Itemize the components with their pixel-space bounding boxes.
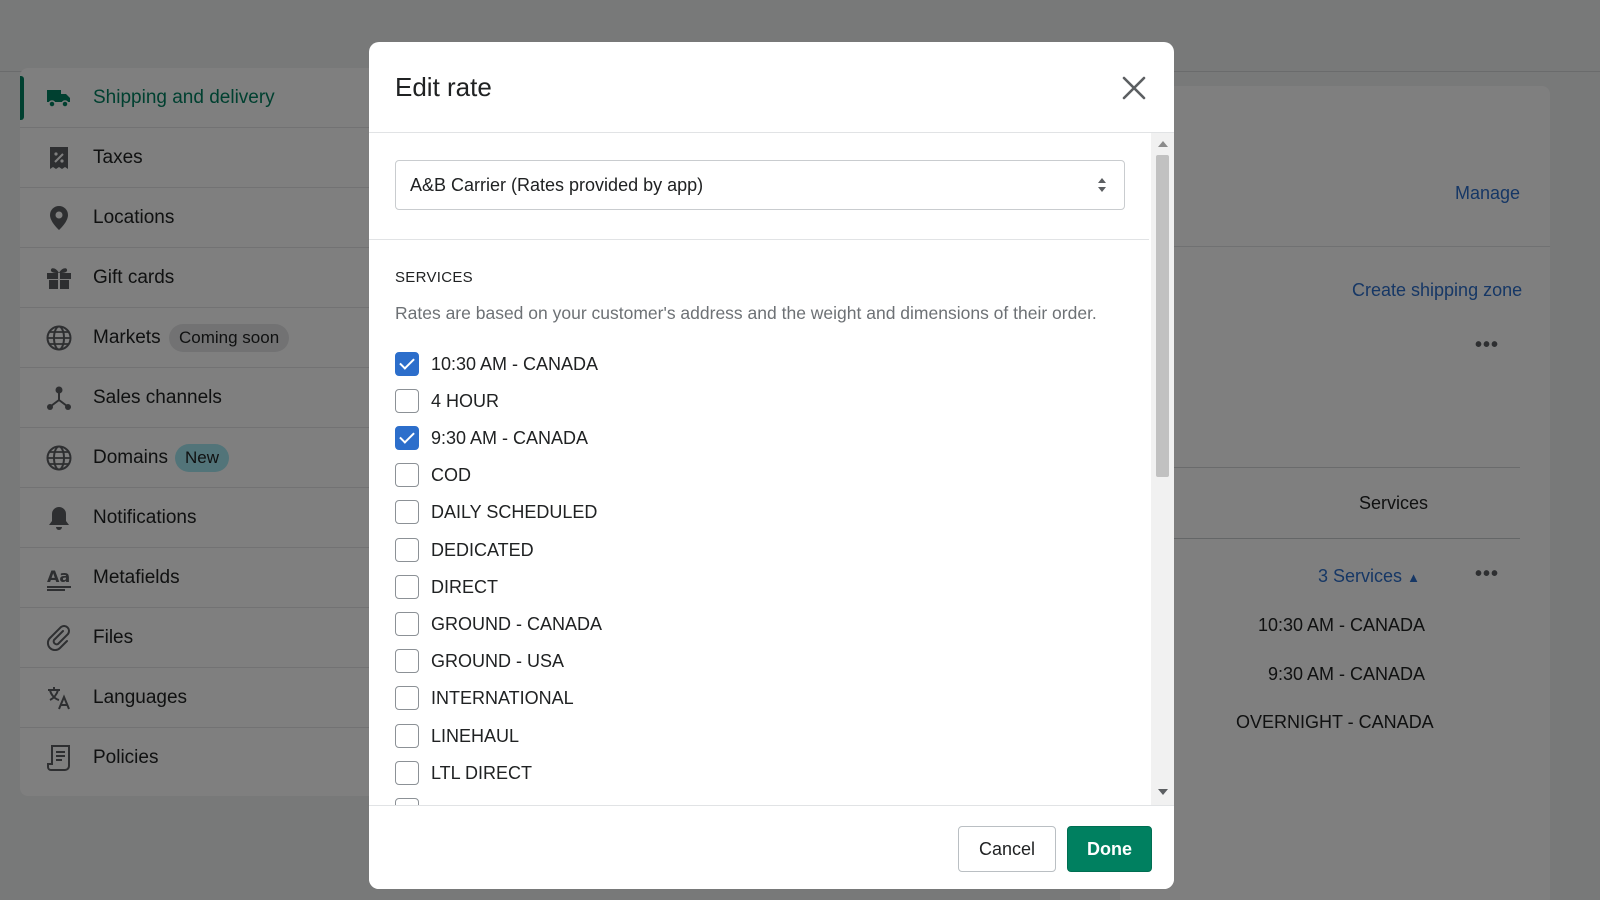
services-description: Rates are based on your customer's addre… (395, 303, 1097, 323)
modal-title: Edit rate (395, 72, 492, 102)
checkbox-label: LINEHAUL (431, 725, 520, 746)
checkbox[interactable] (395, 724, 419, 748)
close-button[interactable] (1116, 70, 1152, 106)
checkbox[interactable] (395, 761, 419, 785)
checkbox-label: DEDICATED (431, 539, 534, 560)
checkbox[interactable] (395, 612, 419, 636)
select-arrows-icon (1098, 178, 1106, 192)
modal-scrollbar[interactable] (1151, 133, 1174, 805)
checkbox[interactable] (395, 500, 419, 524)
done-button[interactable]: Done (1067, 826, 1152, 872)
services-heading: SERVICES (395, 269, 473, 286)
checkbox-label: COD (431, 464, 471, 485)
modal-header: Edit rate (369, 42, 1174, 133)
checkbox[interactable] (395, 463, 419, 487)
checkbox-label: INTERNATIONAL (431, 687, 574, 708)
service-checkbox-row[interactable]: 4 HOUR (395, 387, 499, 415)
checkbox[interactable] (395, 389, 419, 413)
service-checkbox-row[interactable]: GROUND - CANADA (395, 610, 602, 638)
checkbox-label: 10:30 AM - CANADA (431, 353, 599, 374)
service-checkbox-row[interactable]: LINEHAUL (395, 722, 519, 750)
service-checkbox-row[interactable]: LTL DIRECT (395, 759, 532, 787)
service-checkbox-row[interactable]: INTERNATIONAL (395, 684, 574, 712)
checkbox[interactable] (395, 352, 419, 376)
scroll-down-arrow-icon[interactable] (1158, 789, 1168, 795)
checkbox-label: 4 HOUR (431, 390, 500, 411)
body-divider (369, 239, 1149, 240)
service-checkbox-row[interactable]: GROUND - USA (395, 647, 564, 675)
scroll-thumb[interactable] (1156, 155, 1169, 477)
checkbox-label: GROUND - USA (431, 650, 565, 671)
modal-body: A&B Carrier (Rates provided by app) SERV… (369, 133, 1174, 805)
checkbox-label: 9:30 AM - CANADA (431, 427, 589, 448)
checkbox[interactable] (395, 686, 419, 710)
service-checkbox-row[interactable]: DEDICATED (395, 536, 534, 564)
checkbox-label: LTL DIRECT (431, 762, 533, 783)
service-checkbox-row[interactable]: 10:30 AM - CANADA (395, 350, 598, 378)
service-checkbox-row[interactable]: 9:30 AM - CANADA (395, 424, 588, 452)
checkbox[interactable] (395, 798, 419, 805)
service-checkbox-row[interactable]: DAILY SCHEDULED (395, 498, 597, 526)
checkbox[interactable] (395, 426, 419, 450)
checkbox-label: DAILY SCHEDULED (431, 501, 598, 522)
scroll-up-arrow-icon[interactable] (1158, 141, 1168, 147)
service-checkbox-row[interactable]: COD (395, 461, 471, 489)
checkbox[interactable] (395, 575, 419, 599)
service-checkbox-row[interactable]: DIRECT (395, 573, 498, 601)
checkbox[interactable] (395, 538, 419, 562)
close-icon (1122, 76, 1146, 100)
service-checkbox-row-partial[interactable] (395, 796, 419, 805)
cancel-button[interactable]: Cancel (958, 826, 1056, 872)
modal-footer: Cancel Done (369, 805, 1174, 889)
checkbox[interactable] (395, 649, 419, 673)
carrier-select-value: A&B Carrier (Rates provided by app) (410, 175, 704, 195)
carrier-select[interactable]: A&B Carrier (Rates provided by app) (395, 160, 1125, 210)
edit-rate-modal: Edit rate A&B Carrier (Rates provided by… (369, 42, 1174, 889)
checkbox-label: GROUND - CANADA (431, 613, 603, 634)
checkbox-label: DIRECT (431, 576, 498, 597)
